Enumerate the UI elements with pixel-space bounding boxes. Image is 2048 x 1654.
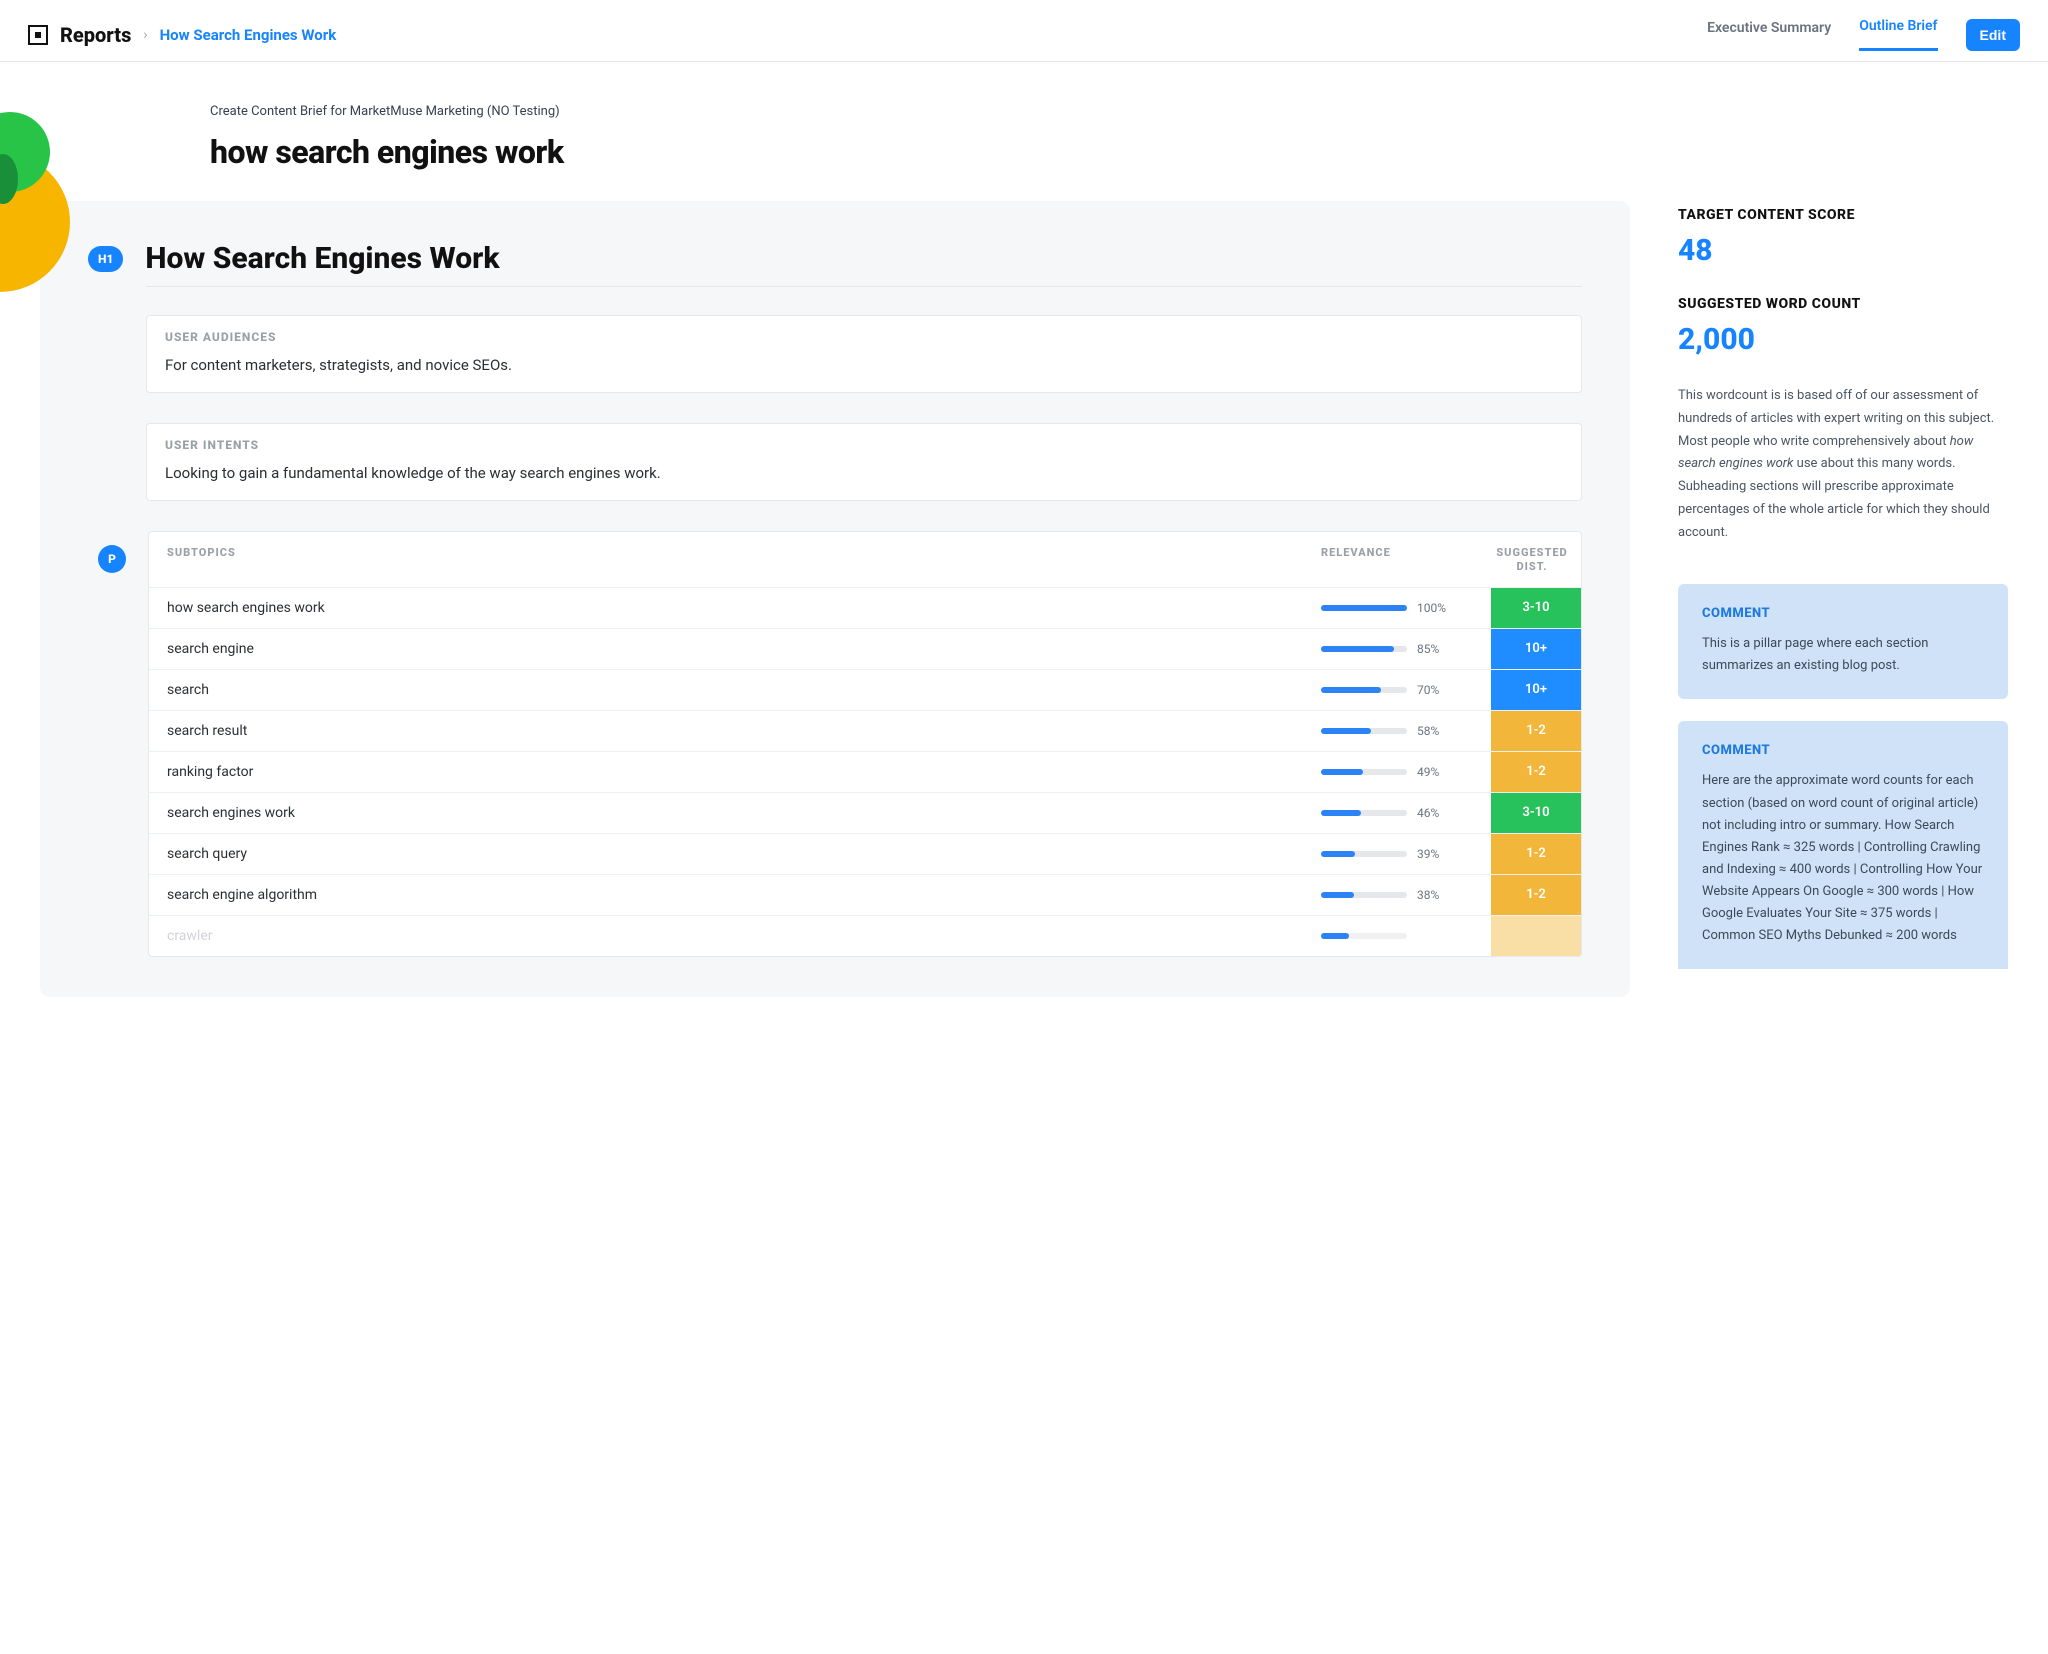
- user-intents-panel: USER INTENTS Looking to gain a fundament…: [146, 423, 1582, 501]
- subtopic-relevance: 38%: [1321, 875, 1491, 915]
- chevron-right-icon: ›: [143, 27, 147, 43]
- comment-box-1: COMMENT This is a pillar page where each…: [1678, 584, 2008, 699]
- comment-text-1: This is a pillar page where each section…: [1702, 633, 1984, 677]
- subtopic-name: search: [149, 670, 1321, 710]
- subtopic-name: search engine: [149, 629, 1321, 669]
- user-intents-label: USER INTENTS: [147, 424, 1581, 458]
- subtopic-row[interactable]: search query39%1-2: [149, 833, 1581, 874]
- sidebar: TARGET CONTENT SCORE 48 SUGGESTED WORD C…: [1678, 201, 2008, 991]
- subtopic-name: search query: [149, 834, 1321, 874]
- edit-button[interactable]: Edit: [1966, 19, 2020, 51]
- tab-outline-brief[interactable]: Outline Brief: [1859, 18, 1937, 51]
- h1-title: How Search Engines Work: [145, 241, 499, 276]
- subtopic-row[interactable]: search70%10+: [149, 669, 1581, 710]
- suggested-wc-description: This wordcount is is based off of our as…: [1678, 385, 2008, 544]
- col-suggested-dist: SUGGESTED DIST.: [1491, 546, 1581, 575]
- subtopic-dist: 3-10: [1491, 793, 1581, 833]
- target-score-value: 48: [1678, 233, 2008, 268]
- suggested-wc-value: 2,000: [1678, 322, 2008, 357]
- user-audiences-panel: USER AUDIENCES For content marketers, st…: [146, 315, 1582, 393]
- subtopic-dist: [1491, 916, 1581, 956]
- subtopic-dist: 1-2: [1491, 834, 1581, 874]
- comment-label: COMMENT: [1702, 743, 1984, 758]
- subtopic-name: ranking factor: [149, 752, 1321, 792]
- comment-text-2: Here are the approximate word counts for…: [1702, 770, 1984, 947]
- main-panel: H1 How Search Engines Work USER AUDIENCE…: [40, 201, 1630, 997]
- subtopic-row[interactable]: search result58%1-2: [149, 710, 1581, 751]
- subtopic-row[interactable]: search engine85%10+: [149, 628, 1581, 669]
- subtopic-relevance: 49%: [1321, 752, 1491, 792]
- paragraph-badge: P: [98, 545, 126, 573]
- subtopic-row[interactable]: ranking factor49%1-2: [149, 751, 1581, 792]
- subtopic-row[interactable]: search engines work46%3-10: [149, 792, 1581, 833]
- subtopic-dist: 1-2: [1491, 711, 1581, 751]
- subtopic-row[interactable]: how search engines work100%3-10: [149, 587, 1581, 628]
- top-nav: Executive Summary Outline Brief Edit: [1707, 18, 2020, 51]
- page-subtitle: Create Content Brief for MarketMuse Mark…: [210, 104, 2008, 119]
- subtopic-relevance: 46%: [1321, 793, 1491, 833]
- subtopic-relevance: 58%: [1321, 711, 1491, 751]
- user-audiences-text: For content marketers, strategists, and …: [147, 350, 1581, 392]
- user-audiences-label: USER AUDIENCES: [147, 316, 1581, 350]
- subtopic-dist: 3-10: [1491, 588, 1581, 628]
- top-bar: Reports › How Search Engines Work Execut…: [0, 0, 2048, 62]
- subtopic-dist: 1-2: [1491, 752, 1581, 792]
- page-title: how search engines work: [210, 133, 2008, 171]
- suggested-wc-label: SUGGESTED WORD COUNT: [1678, 296, 2008, 312]
- subtopic-dist: 10+: [1491, 670, 1581, 710]
- subtopic-relevance: 85%: [1321, 629, 1491, 669]
- subtopic-name: search engines work: [149, 793, 1321, 833]
- target-score-label: TARGET CONTENT SCORE: [1678, 207, 2008, 223]
- h1-badge: H1: [88, 246, 123, 272]
- breadcrumb-current[interactable]: How Search Engines Work: [160, 26, 337, 44]
- tab-executive-summary[interactable]: Executive Summary: [1707, 20, 1831, 50]
- subtopic-dist: 10+: [1491, 629, 1581, 669]
- page-header: Create Content Brief for MarketMuse Mark…: [0, 62, 2048, 201]
- subtopic-name: how search engines work: [149, 588, 1321, 628]
- subtopic-row[interactable]: search engine algorithm38%1-2: [149, 874, 1581, 915]
- subtopic-name: search result: [149, 711, 1321, 751]
- subtopic-name: crawler: [149, 916, 1321, 956]
- subtopic-row[interactable]: crawler: [149, 915, 1581, 956]
- subtopics-table: SUBTOPICS RELEVANCE SUGGESTED DIST. how …: [148, 531, 1582, 957]
- user-intents-text: Looking to gain a fundamental knowledge …: [147, 458, 1581, 500]
- col-subtopics: SUBTOPICS: [167, 546, 1321, 575]
- comment-box-2: COMMENT Here are the approximate word co…: [1678, 721, 2008, 969]
- app-logo-icon: [28, 25, 48, 45]
- breadcrumb-root[interactable]: Reports: [60, 23, 131, 47]
- subtopic-relevance: 70%: [1321, 670, 1491, 710]
- subtopic-relevance: 100%: [1321, 588, 1491, 628]
- subtopic-name: search engine algorithm: [149, 875, 1321, 915]
- comment-label: COMMENT: [1702, 606, 1984, 621]
- subtopic-relevance: [1321, 916, 1491, 956]
- subtopic-relevance: 39%: [1321, 834, 1491, 874]
- subtopic-dist: 1-2: [1491, 875, 1581, 915]
- breadcrumb: Reports › How Search Engines Work: [28, 23, 336, 47]
- col-relevance: RELEVANCE: [1321, 546, 1491, 575]
